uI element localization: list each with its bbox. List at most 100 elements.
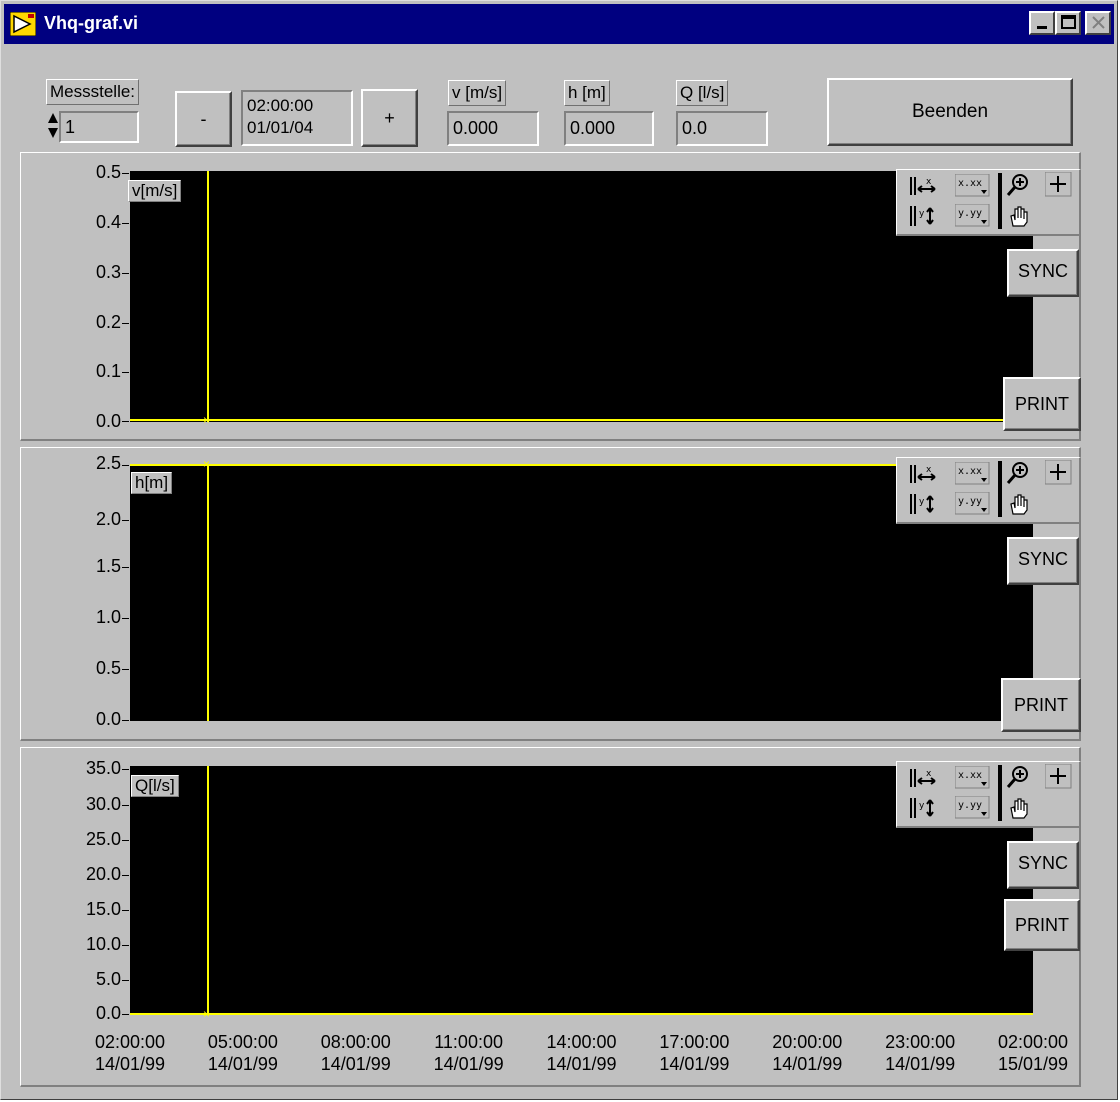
y-format-icon[interactable]: y.yy	[954, 491, 991, 518]
x-axis-tick-label: 23:00:00 14/01/99	[870, 1031, 970, 1075]
crosshair-icon[interactable]	[1044, 763, 1081, 790]
q-indicator: 0.0	[676, 111, 768, 146]
x-axis-tick-label: 02:00:00 14/01/99	[80, 1031, 180, 1075]
x-axis-tick-label: 05:00:00 14/01/99	[193, 1031, 293, 1075]
labview-vi-icon	[9, 11, 37, 37]
messstelle-input[interactable]: 1	[59, 111, 139, 143]
x-format-icon[interactable]: x.xx	[954, 765, 991, 792]
svg-text:y.yy: y.yy	[958, 496, 982, 507]
y-scale-lock-icon[interactable]: y	[909, 492, 945, 518]
q-graph-cursor-marker: ×	[203, 1007, 211, 1021]
y-format-icon[interactable]: y.yy	[954, 795, 991, 822]
x-tick-date: 14/01/99	[94, 1054, 166, 1074]
h-ytick: 1.0	[95, 607, 121, 627]
q-graph-cursor-line[interactable]	[207, 766, 209, 1015]
q-sync-button[interactable]: SYNC	[1007, 841, 1079, 889]
zoom-icon[interactable]	[1005, 172, 1041, 198]
h-ytick: 0.5	[95, 658, 121, 678]
x-scale-lock-icon[interactable]: x	[909, 174, 945, 200]
q-ytick-mark	[122, 910, 129, 911]
h-ytick-mark	[122, 465, 129, 466]
x-axis-tick-label: 11:00:00 14/01/99	[419, 1031, 519, 1075]
x-tick-date: 14/01/99	[659, 1054, 730, 1074]
x-tick-date: 14/01/99	[885, 1054, 956, 1074]
v-ytick: 0.2	[95, 312, 121, 332]
h-ytick: 2.5	[95, 453, 121, 473]
next-button[interactable]: +	[361, 89, 418, 147]
svg-text:y: y	[919, 801, 925, 811]
q-ytick-mark	[122, 840, 129, 841]
x-tick-date: 14/01/99	[433, 1054, 504, 1074]
v-ytick: 0.5	[95, 162, 121, 182]
x-tick-date: 14/01/99	[546, 1054, 617, 1074]
v-ytick: 0.3	[95, 262, 121, 282]
q-ytick: 35.0	[85, 758, 121, 778]
x-scale-lock-icon[interactable]: x	[909, 462, 945, 488]
crosshair-icon[interactable]	[1044, 459, 1081, 486]
palette-separator	[998, 765, 1002, 821]
h-graph-cursor-marker: ×	[203, 457, 211, 471]
exit-button[interactable]: Beenden	[827, 78, 1073, 146]
h-graph-cursor-line[interactable]	[207, 464, 209, 721]
y-scale-lock-icon[interactable]: y	[909, 204, 945, 230]
h-ytick: 1.5	[95, 556, 121, 576]
v-ytick: 0.0	[95, 411, 121, 431]
pan-hand-icon[interactable]	[1005, 796, 1041, 822]
h-print-button[interactable]: PRINT	[1001, 678, 1081, 732]
maximize-button[interactable]	[1055, 11, 1081, 35]
svg-text:x.xx: x.xx	[958, 466, 982, 477]
v-sync-button[interactable]: SYNC	[1007, 249, 1079, 297]
v-graph-cursor-line[interactable]	[207, 171, 209, 422]
q-graph-trace	[130, 1013, 1033, 1015]
x-format-icon[interactable]: x.xx	[954, 173, 991, 200]
q-label: Q [l/s]	[676, 80, 729, 106]
v-ytick: 0.1	[95, 361, 121, 381]
pan-hand-icon[interactable]	[1005, 492, 1041, 518]
v-print-button[interactable]: PRINT	[1003, 377, 1081, 431]
x-axis-tick-label: 20:00:00 14/01/99	[757, 1031, 857, 1075]
close-button[interactable]	[1085, 11, 1111, 35]
h-ytick-mark	[122, 720, 129, 721]
messstelle-increment-arrows[interactable]	[47, 111, 59, 141]
x-tick-time: 20:00:00	[772, 1032, 843, 1052]
x-format-icon[interactable]: x.xx	[954, 461, 991, 488]
datetime-time: 02:00:00	[247, 96, 314, 115]
palette-separator	[998, 461, 1002, 517]
svg-text:x: x	[926, 177, 932, 187]
h-ytick-mark	[122, 520, 129, 521]
pan-hand-icon[interactable]	[1005, 204, 1041, 230]
h-sync-button[interactable]: SYNC	[1007, 537, 1079, 585]
q-print-button[interactable]: PRINT	[1004, 899, 1080, 951]
x-tick-time: 02:00:00	[997, 1032, 1069, 1052]
q-ytick: 25.0	[85, 829, 121, 849]
v-ytick-mark	[122, 323, 129, 324]
v-graph-trace-label: v[m/s]	[128, 180, 182, 202]
q-ytick: 5.0	[95, 969, 121, 989]
svg-text:y.yy: y.yy	[958, 800, 982, 811]
x-scale-lock-icon[interactable]: x	[909, 766, 945, 792]
zoom-icon[interactable]	[1005, 460, 1041, 486]
zoom-icon[interactable]	[1005, 764, 1041, 790]
minimize-button[interactable]	[1029, 11, 1055, 35]
v-ytick-mark	[122, 372, 129, 373]
q-ytick-mark	[122, 769, 129, 770]
previous-button[interactable]: -	[175, 91, 232, 147]
x-tick-time: 02:00:00	[94, 1032, 166, 1052]
y-scale-lock-icon[interactable]: y	[909, 796, 945, 822]
crosshair-icon[interactable]	[1044, 171, 1081, 198]
q-graph-trace-label: Q[l/s]	[131, 775, 179, 797]
title-bar[interactable]: Vhq-graf.vi	[4, 4, 1114, 44]
v-ytick-mark	[122, 421, 129, 422]
h-ytick-mark	[122, 618, 129, 619]
h-label: h [m]	[564, 80, 610, 106]
h-ytick-mark	[122, 567, 129, 568]
q-ytick-mark	[122, 980, 129, 981]
v-label: v [m/s]	[448, 80, 507, 106]
q-graph-palette: x x.xx y y.yy	[896, 761, 1081, 828]
y-format-icon[interactable]: y.yy	[954, 203, 991, 230]
v-indicator: 0.000	[447, 111, 539, 146]
v-graph-cursor-marker: ×	[203, 413, 211, 427]
h-ytick: 2.0	[95, 509, 121, 529]
q-ytick-mark	[122, 1014, 129, 1015]
q-ytick-mark	[122, 875, 129, 876]
